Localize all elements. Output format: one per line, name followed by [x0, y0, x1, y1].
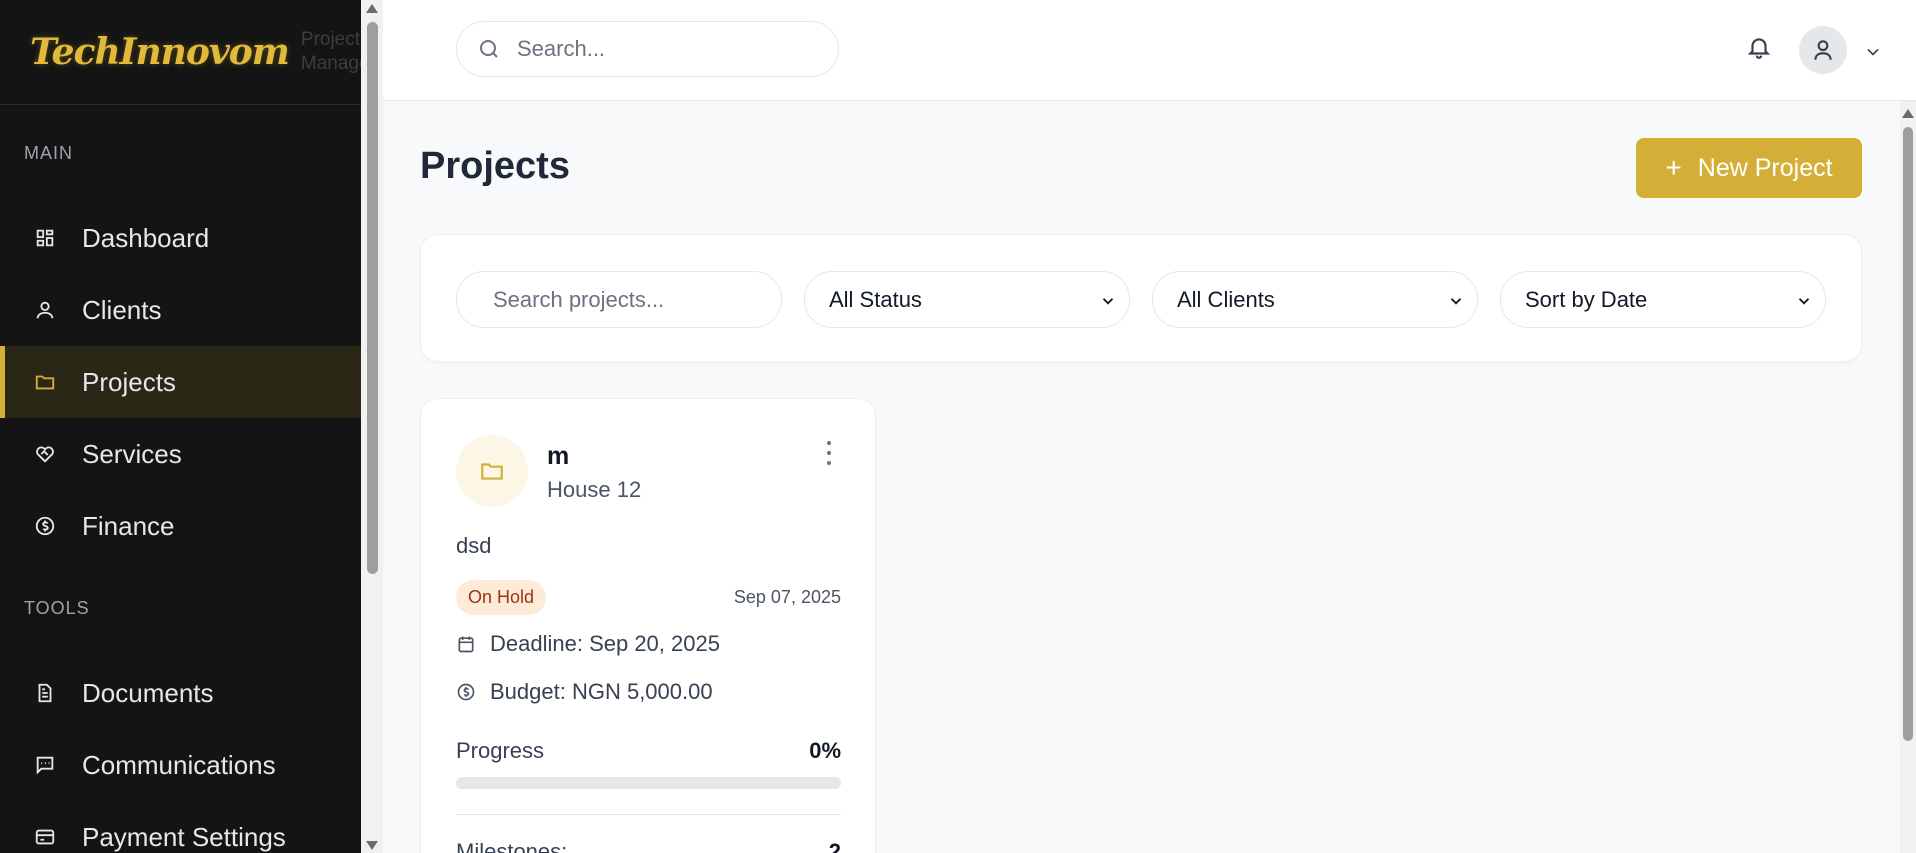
chevron-down-icon [1450, 298, 1462, 305]
global-search[interactable] [456, 21, 839, 77]
sidebar-item-label: Communications [82, 749, 276, 780]
chevron-down-icon [1867, 48, 1879, 56]
brand[interactable]: TechInnovom Project Manager [0, 0, 361, 105]
sidebar-item-label: Documents [82, 677, 214, 708]
sidebar-scrollbar[interactable] [361, 0, 383, 853]
scroll-down-arrow-icon[interactable] [366, 841, 378, 850]
user-avatar-button[interactable] [1799, 26, 1847, 74]
client-filter-value: All Clients [1177, 286, 1275, 312]
milestones-label: Milestones: [456, 839, 568, 853]
top-bar [383, 0, 1916, 101]
sidebar-item-dashboard[interactable]: Dashboard [0, 202, 361, 274]
more-vertical-icon [827, 441, 831, 445]
project-name: m [547, 442, 570, 470]
status-filter-select[interactable]: All Status [804, 271, 1130, 328]
deadline-text: Deadline: Sep 20, 2025 [490, 631, 720, 656]
project-budget: Budget: NGN 5,000.00 [456, 679, 713, 705]
message-icon [34, 754, 56, 776]
document-icon [34, 682, 56, 704]
dollar-circle-icon [457, 683, 475, 701]
sidebar-item-documents[interactable]: Documents [0, 657, 361, 729]
project-menu-button[interactable] [821, 441, 837, 465]
project-date: Sep 07, 2025 [733, 587, 841, 607]
filter-bar: All Status All Clients Sort by Date [420, 234, 1862, 362]
sidebar: TechInnovom Project Manager MAIN Dashboa… [0, 0, 361, 853]
section-label-tools: TOOLS [24, 598, 90, 618]
sidebar-item-label: Dashboard [82, 222, 210, 253]
brand-subtitle-line1: Project [300, 29, 361, 50]
dollar-circle-icon [34, 515, 56, 537]
project-description: dsd [456, 533, 492, 558]
sidebar-item-communications[interactable]: Communications [0, 729, 361, 801]
progress-bar [456, 777, 841, 789]
calendar-icon [458, 636, 474, 653]
milestones-value: 2 [828, 839, 841, 853]
main-scrollbar-thumb[interactable] [1903, 127, 1913, 741]
page-title: Projects [420, 145, 570, 187]
user-icon [34, 299, 56, 321]
notifications-button[interactable] [1746, 34, 1772, 65]
sidebar-item-projects[interactable]: Projects [0, 346, 361, 418]
progress-value: 0% [809, 738, 841, 763]
project-deadline: Deadline: Sep 20, 2025 [456, 631, 720, 657]
sidebar-item-label: Payment Settings [82, 821, 286, 852]
sidebar-item-label: Projects [82, 366, 176, 397]
user-icon [1814, 40, 1832, 60]
card-divider [456, 814, 841, 815]
scroll-up-arrow-icon[interactable] [1902, 109, 1914, 118]
budget-text: Budget: NGN 5,000.00 [490, 679, 713, 704]
main-scrollbar[interactable] [1900, 101, 1916, 853]
project-search[interactable] [456, 271, 782, 328]
status-badge: On Hold [456, 580, 547, 615]
chevron-down-icon [1102, 298, 1114, 305]
sidebar-item-services[interactable]: Services [0, 418, 361, 490]
search-icon [480, 40, 498, 58]
brand-logo: TechInnovom [30, 31, 290, 73]
project-client: House 12 [547, 477, 642, 502]
status-filter-value: All Status [829, 286, 922, 312]
scroll-up-arrow-icon[interactable] [366, 4, 378, 13]
new-project-button[interactable]: + New Project [1636, 138, 1862, 198]
heart-handshake-icon [34, 443, 56, 465]
sidebar-item-label: Services [82, 438, 182, 469]
brand-subtitle: Project Manager [301, 28, 361, 76]
sort-select[interactable]: Sort by Date [1500, 271, 1826, 328]
user-menu-toggle[interactable] [1863, 42, 1883, 67]
section-label-main: MAIN [24, 143, 73, 163]
plus-icon: + [1665, 152, 1682, 183]
folder-icon [34, 371, 56, 393]
progress-label: Progress [456, 738, 545, 763]
project-folder-icon [456, 435, 528, 507]
sidebar-scrollbar-thumb[interactable] [367, 22, 378, 574]
sidebar-item-label: Clients [82, 294, 162, 325]
client-filter-select[interactable]: All Clients [1152, 271, 1478, 328]
sidebar-item-finance[interactable]: Finance [0, 490, 361, 562]
payment-icon [34, 826, 56, 848]
bell-icon [1747, 38, 1771, 59]
brand-subtitle-line2: Manager [300, 53, 361, 74]
sort-value: Sort by Date [1525, 286, 1648, 312]
sidebar-item-label: Finance [82, 510, 175, 541]
project-search-input[interactable] [493, 286, 781, 313]
sidebar-item-clients[interactable]: Clients [0, 274, 361, 346]
new-project-label: New Project [1697, 153, 1833, 182]
project-card[interactable]: m House 12 dsd On Hold Sep 07, 2025 Dead… [420, 398, 876, 853]
grid-icon [34, 227, 56, 249]
chevron-down-icon [1798, 298, 1810, 305]
global-search-input[interactable] [517, 36, 817, 62]
sidebar-item-payment-settings[interactable]: Payment Settings [0, 801, 361, 853]
